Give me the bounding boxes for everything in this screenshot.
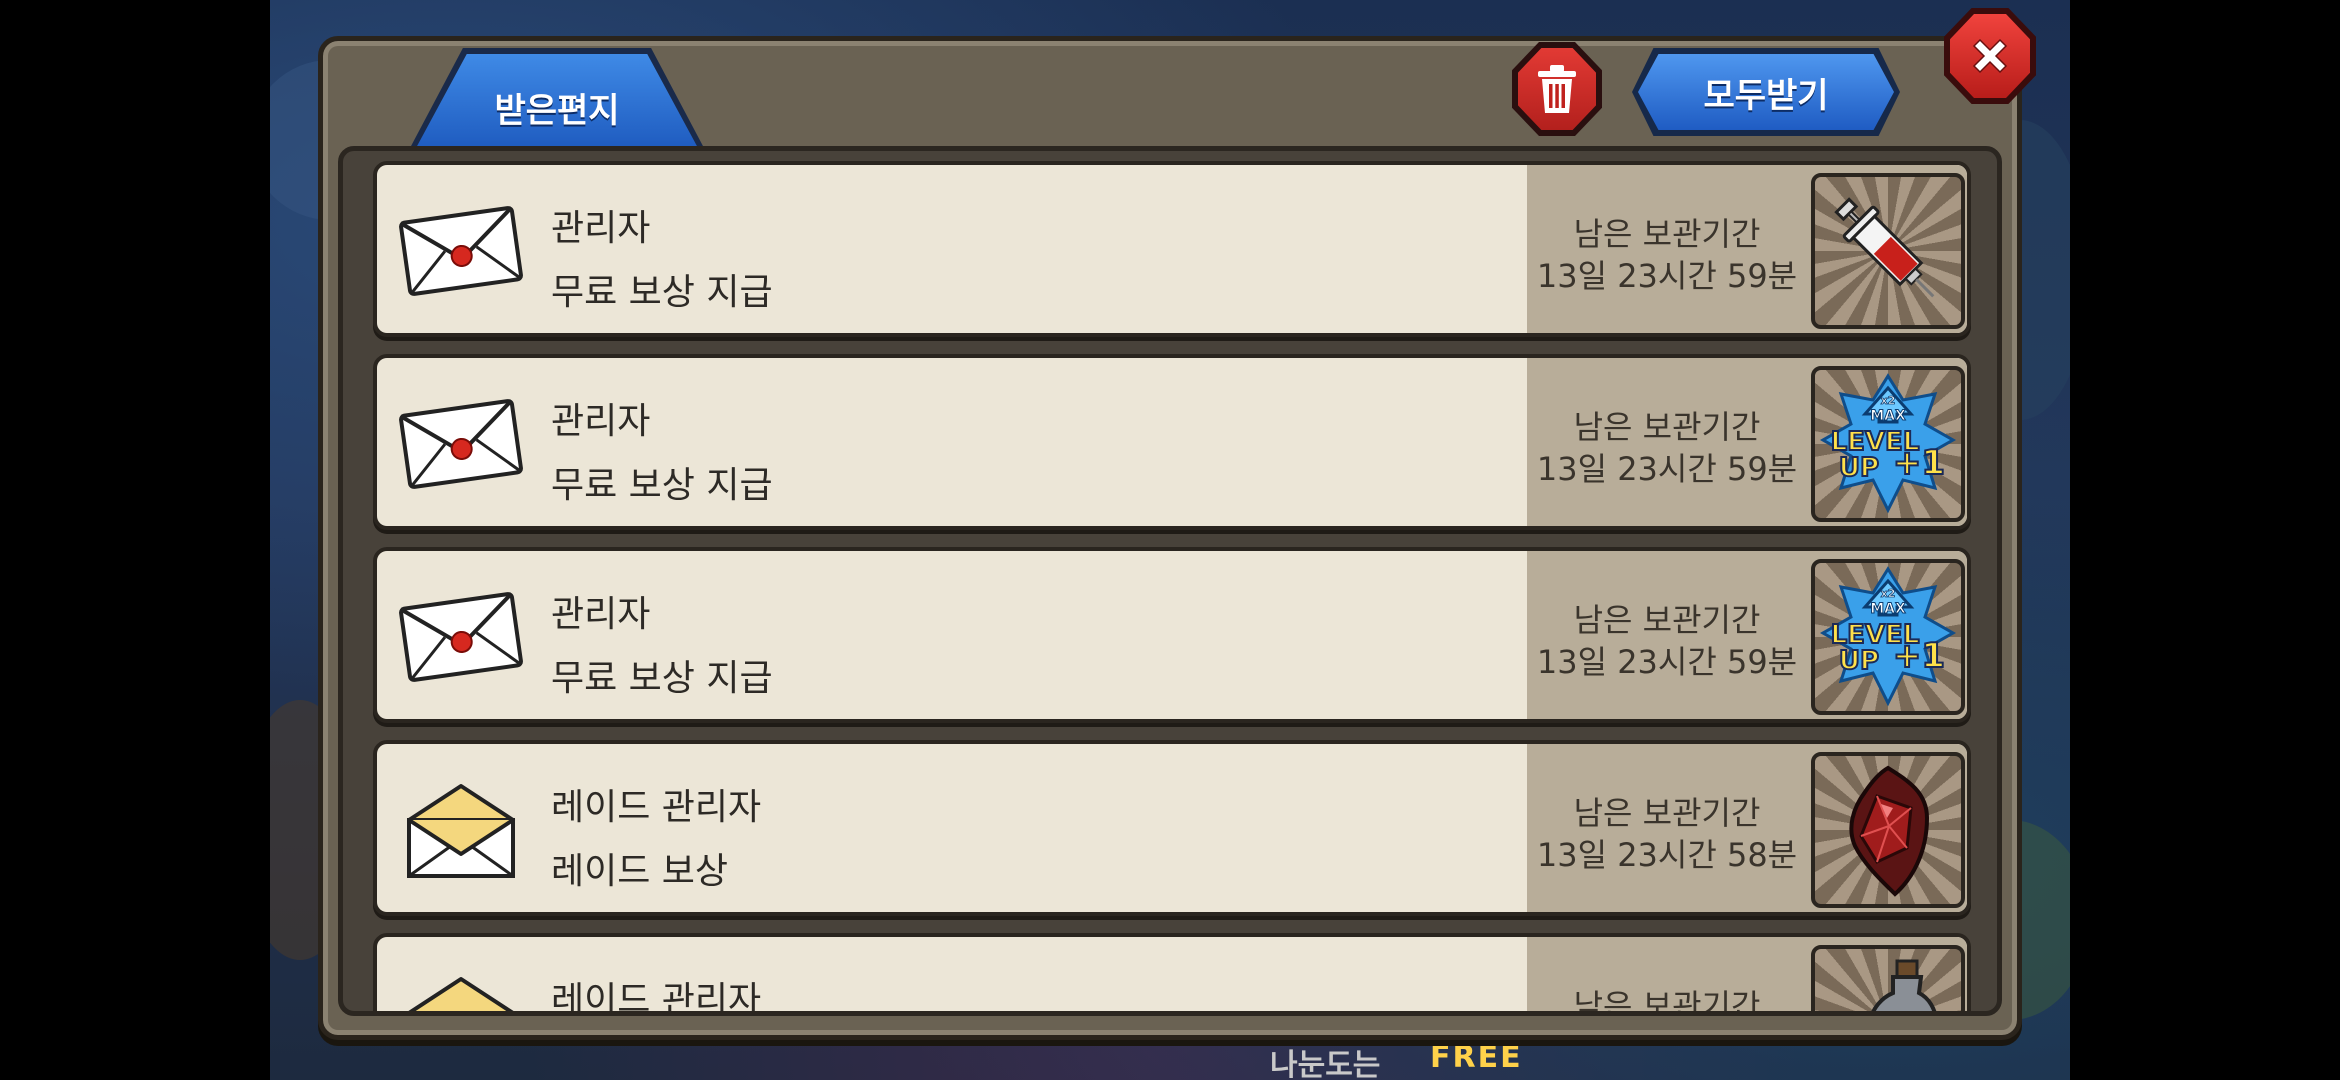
receive-all-label: 모두받기	[1703, 75, 1829, 116]
mail-list: 관리자 무료 보상 지급 남은 보관기간 13일 23시간 59분 관리자 무료…	[343, 151, 1997, 1011]
reward-text-max: MAX	[1870, 408, 1906, 424]
retention-time: 13일 23시간 59분	[1536, 450, 1798, 488]
potion-icon	[1871, 959, 1937, 1011]
reward-text-plus: +1	[1893, 636, 1945, 676]
mail-sender: 레이드 관리자	[551, 787, 762, 828]
mail-sender: 레이드 관리자	[551, 980, 762, 1016]
reward-text-max: MAX	[1870, 601, 1906, 617]
reward-item[interactable]: x2 MAX LEVEL UP +1	[1811, 366, 1965, 522]
receive-all-button[interactable]: 모두받기	[1638, 54, 1894, 130]
reward-text-up: UP	[1839, 646, 1879, 676]
mail-list-container: 관리자 무료 보상 지급 남은 보관기간 13일 23시간 59분 관리자 무료…	[338, 146, 2002, 1016]
mail-sender: 관리자	[551, 401, 651, 442]
reward-item[interactable]	[1811, 173, 1965, 329]
retention-label: 남은 보관기간	[1573, 408, 1761, 446]
retention-label: 남은 보관기간	[1573, 987, 1761, 1016]
reward-text-x2: x2	[1881, 587, 1896, 600]
reward-item[interactable]	[1811, 752, 1965, 908]
mail-row[interactable]: 레이드 관리자 남은 보관기간	[373, 933, 1971, 1016]
open-envelope-icon	[407, 784, 515, 878]
retention-time: 13일 23시간 58분	[1536, 836, 1798, 874]
mail-subject: 레이드 보상	[551, 851, 729, 892]
mail-subject: 무료 보상 지급	[551, 658, 773, 699]
level-up-icon: x2 MAX LEVEL UP +1	[1819, 566, 1957, 707]
tab-inbox-label: 받은편지	[494, 90, 620, 131]
reward-item[interactable]: x2 MAX LEVEL UP +1	[1811, 559, 1965, 715]
close-icon	[1972, 38, 2008, 74]
closed-envelope-icon	[399, 592, 523, 682]
retention-label: 남은 보관기간	[1573, 794, 1761, 832]
retention-time: 13일 23시간 59분	[1536, 643, 1798, 681]
red-gem-icon	[1849, 765, 1930, 897]
mail-row[interactable]: 레이드 관리자 레이드 보상 남은 보관기간 13일 23시간 58분	[373, 740, 1971, 916]
mail-sender: 관리자	[551, 594, 651, 635]
retention-time: 13일 23시간 59분	[1536, 257, 1798, 295]
open-envelope-icon	[408, 977, 514, 1011]
syringe-icon	[1834, 197, 1935, 298]
trash-icon	[1538, 65, 1576, 113]
mail-sender: 관리자	[551, 208, 651, 249]
mail-row[interactable]: 관리자 무료 보상 지급 남은 보관기간 13일 23시간 59분 x2 MAX…	[373, 547, 1971, 723]
closed-envelope-icon	[399, 399, 523, 489]
mail-subject: 무료 보상 지급	[551, 272, 773, 313]
reward-item[interactable]	[1811, 945, 1965, 1011]
background-text: 나눈도는	[1270, 1048, 1381, 1080]
level-up-icon: x2 MAX LEVEL UP +1	[1819, 373, 1957, 514]
retention-label: 남은 보관기간	[1573, 601, 1761, 639]
reward-text-x2: x2	[1881, 394, 1896, 407]
reward-text-plus: +1	[1893, 443, 1945, 483]
retention-label: 남은 보관기간	[1573, 215, 1761, 253]
mail-row[interactable]: 관리자 무료 보상 지급 남은 보관기간 13일 23시간 59분 x2 MAX…	[373, 354, 1971, 530]
mail-subject: 무료 보상 지급	[551, 465, 773, 506]
mail-row[interactable]: 관리자 무료 보상 지급 남은 보관기간 13일 23시간 59분	[373, 161, 1971, 337]
free-label: FREE	[1430, 1040, 1523, 1075]
closed-envelope-icon	[399, 206, 523, 296]
reward-text-up: UP	[1839, 453, 1879, 483]
